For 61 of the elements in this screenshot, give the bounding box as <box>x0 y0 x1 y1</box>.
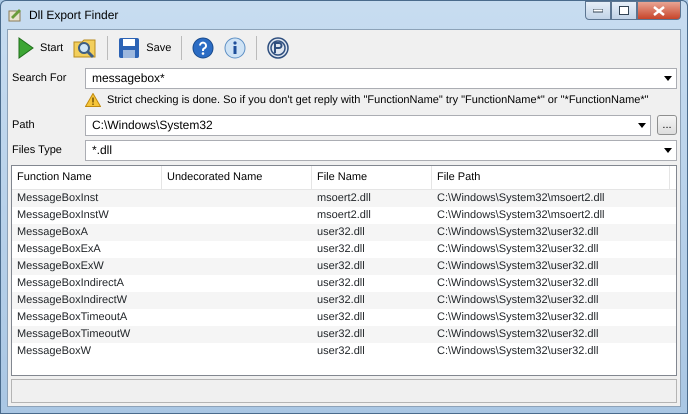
table-cell-text: C:\Windows\System32\user32.dll <box>436 259 600 274</box>
minimize-icon <box>593 8 603 12</box>
field-label: Path <box>11 118 36 133</box>
table-cell-text: C:\Windows\System32\user32.dll <box>436 225 600 240</box>
table-cell-text: MessageBoxW <box>16 344 92 360</box>
minimize-button[interactable] <box>585 1 611 20</box>
dropdown-arrow-icon[interactable] <box>664 148 672 152</box>
save-button[interactable]: Save <box>115 35 174 61</box>
maximize-button[interactable] <box>611 1 637 20</box>
table-cell-text: user32.dll <box>316 293 366 308</box>
dropdown-arrow-icon[interactable] <box>638 122 646 128</box>
files-type-field[interactable]: *.dll <box>85 140 677 160</box>
table-cell-text: MessageBoxA <box>16 225 89 240</box>
info-icon <box>224 37 246 59</box>
field-label: Search For <box>11 70 68 86</box>
path-field[interactable]: C:\Windows\System32 <box>85 114 651 136</box>
table-cell-text: MessageBoxIndirectA <box>16 276 125 292</box>
coin-icon <box>267 37 290 59</box>
table-cell-text: user32.dll <box>316 259 366 274</box>
table-cell-text: msoert2.dll <box>316 208 372 224</box>
table-cell-text: C:\Windows\System32\user32.dll <box>436 276 600 292</box>
table-cell-text: MessageBoxInstW <box>16 208 110 224</box>
window-title: Dll Export Finder <box>29 7 118 24</box>
table-cell-text: C:\Windows\System32\user32.dll <box>436 293 600 308</box>
table-cell-text: C:\Windows\System32\user32.dll <box>436 310 600 326</box>
play-icon <box>18 37 34 59</box>
table-cell-text: user32.dll <box>316 276 366 292</box>
dropdown-arrow-icon[interactable] <box>664 76 672 80</box>
table-cell-text: C:\Windows\System32\msoert2.dll <box>436 208 606 224</box>
hint-text: Strict checking is done. So if you don't get reply with "FunctionName" try "FunctionName*" or "*FunctionName*" <box>107 92 649 108</box>
table-cell-text: user32.dll <box>316 310 366 326</box>
maximize-icon <box>619 6 629 15</box>
search-field[interactable]: messagebox* <box>85 68 677 88</box>
help-icon <box>192 37 214 59</box>
table-cell-text: MessageBoxTimeoutW <box>16 327 132 342</box>
start-button[interactable]: Start <box>15 35 66 61</box>
close-button[interactable] <box>637 1 681 20</box>
table-cell-text: MessageBoxIndirectW <box>16 293 128 308</box>
browse-button[interactable]: ... <box>657 115 677 135</box>
app-icon <box>7 7 23 23</box>
column-header[interactable]: Function Name <box>12 166 162 189</box>
table-cell-text: C:\Windows\System32\user32.dll <box>436 344 600 360</box>
field-label: Files Type <box>11 142 63 158</box>
table-cell-text: msoert2.dll <box>316 191 372 206</box>
table-cell-text: MessageBoxInst <box>16 191 100 206</box>
column-header[interactable]: File Path <box>432 166 670 189</box>
table-cell-text: C:\Windows\System32\user32.dll <box>436 327 600 342</box>
warning-icon <box>85 93 101 107</box>
table-cell-text: C:\Windows\System32\user32.dll <box>436 242 600 258</box>
table-cell-text: user32.dll <box>316 242 366 258</box>
folder-magnifier-icon <box>73 37 98 59</box>
table-cell-text: MessageBoxExA <box>16 242 102 258</box>
table-cell-text: user32.dll <box>316 327 366 342</box>
table-cell-text: C:\Windows\System32\msoert2.dll <box>436 191 606 206</box>
table-cell-text: user32.dll <box>316 225 366 240</box>
close-icon <box>653 6 665 16</box>
table-cell-text: MessageBoxTimeoutA <box>16 310 128 326</box>
column-header[interactable]: Undecorated Name <box>162 166 312 189</box>
table-cell-text: user32.dll <box>316 344 366 360</box>
table-cell-text: MessageBoxExW <box>16 259 105 274</box>
column-header[interactable]: File Name <box>312 166 432 189</box>
